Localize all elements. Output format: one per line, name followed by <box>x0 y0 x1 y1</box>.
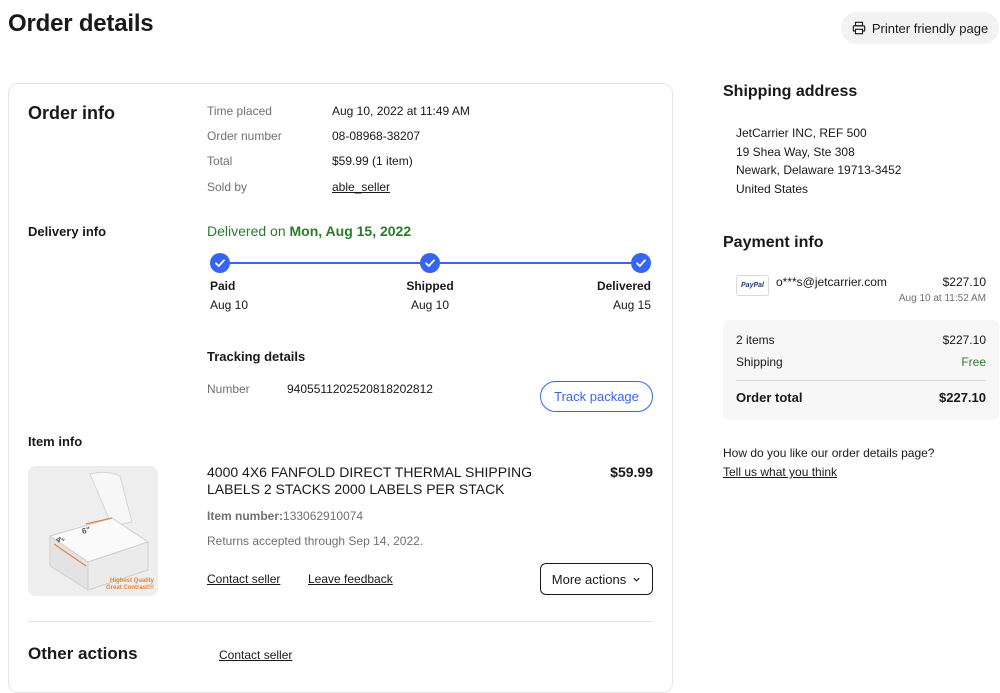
more-actions-label: More actions <box>551 571 627 587</box>
shipping-address-heading: Shipping address <box>723 83 858 100</box>
step-paid-check <box>210 253 230 273</box>
printer-friendly-label: Printer friendly page <box>871 20 989 36</box>
label-stack-image <box>28 466 158 596</box>
order-number-label: Order number <box>207 129 282 143</box>
section-divider <box>28 621 653 622</box>
thumb-caption-line-1: Highest Quality <box>109 578 154 584</box>
step-shipped-date: Aug 10 <box>410 298 450 312</box>
summary-items-label: 2 items <box>736 333 775 347</box>
item-title-link[interactable]: 4000 4X6 FANFOLD DIRECT THERMAL SHIPPING… <box>207 464 587 498</box>
time-placed-label: Time placed <box>207 104 272 118</box>
summary-shipping-value: Free <box>961 355 986 369</box>
check-icon <box>425 259 435 267</box>
check-icon <box>636 259 646 267</box>
printer-friendly-button[interactable]: Printer friendly page <box>841 12 999 44</box>
thumb-caption-line-2: Great Contrast!!! <box>105 585 154 591</box>
address-line: United States <box>736 181 809 196</box>
payment-amount: $227.10 <box>942 275 986 289</box>
seller-link[interactable]: able_seller <box>332 180 390 194</box>
summary-divider <box>736 380 986 381</box>
time-placed-value: Aug 10, 2022 at 11:49 AM <box>332 104 470 118</box>
feedback-question: How do you like our order details page? <box>723 446 935 460</box>
check-icon <box>215 259 225 267</box>
track-package-button[interactable]: Track package <box>540 381 653 412</box>
order-info-heading: Order info <box>28 103 116 123</box>
item-price: $59.99 <box>610 464 653 480</box>
step-paid-date: Aug 10 <box>210 298 249 312</box>
delivery-status: Delivered on Mon, Aug 15, 2022 <box>207 223 411 239</box>
payment-info-heading: Payment info <box>723 234 824 251</box>
order-number-value: 08-08968-38207 <box>332 129 421 143</box>
chevron-down-icon <box>633 577 640 582</box>
shipping-address-block: JetCarrier INC, REF 500 19 Shea Way, Ste… <box>736 124 901 198</box>
item-number-label: Item number: <box>207 509 284 523</box>
item-thumbnail[interactable]: 4" 6" Highest Quality Great Contrast!!! <box>28 466 158 596</box>
tracking-heading: Tracking details <box>207 349 306 364</box>
tracking-number-label: Number <box>207 382 250 396</box>
summary-shipping-label: Shipping <box>736 355 783 369</box>
summary-items-value: $227.10 <box>942 333 986 347</box>
delivery-info-heading: Delivery info <box>28 224 107 239</box>
address-line: 19 Shea Way, Ste 308 <box>736 144 855 159</box>
feedback-link[interactable]: Tell us what you think <box>723 465 837 479</box>
address-line: Newark, Delaware 19713-3452 <box>736 163 902 177</box>
delivery-status-date: Mon, Aug 15, 2022 <box>289 223 412 239</box>
address-line: JetCarrier INC, REF 500 <box>736 126 867 140</box>
order-total-value: $227.10 <box>939 390 986 405</box>
total-value: $59.99 (1 item) <box>332 154 413 168</box>
tracking-number-value: 9405511202520818202812 <box>287 382 433 396</box>
payment-date: Aug 10 at 11:52 AM <box>898 293 986 304</box>
step-delivered-date: Aug 15 <box>612 298 651 312</box>
progress-line <box>230 262 421 264</box>
step-shipped-check <box>420 253 440 273</box>
item-info-heading: Item info <box>28 434 83 449</box>
total-label: Total <box>207 154 233 168</box>
step-delivered-label: Delivered <box>596 279 651 293</box>
thumb-caption: Highest Quality Great Contrast!!! <box>98 578 154 592</box>
returns-info: Returns accepted through Sep 14, 2022. <box>207 534 424 548</box>
sold-by-label: Sold by <box>207 180 248 194</box>
step-shipped-label: Shipped <box>406 279 454 293</box>
leave-feedback-link[interactable]: Leave feedback <box>308 572 393 586</box>
page-title: Order details <box>8 10 154 37</box>
payment-email: o***s@jetcarrier.com <box>776 275 887 289</box>
paypal-logo-icon: PayPal <box>736 275 769 296</box>
step-paid-label: Paid <box>210 279 236 293</box>
item-number-value: 133062910074 <box>283 509 364 523</box>
printer-icon <box>852 21 866 35</box>
step-delivered-check <box>631 253 651 273</box>
other-contact-seller-link[interactable]: Contact seller <box>219 648 292 662</box>
order-total-label: Order total <box>736 390 803 405</box>
item-number: Item number:133062910074 <box>207 509 363 523</box>
more-actions-button[interactable]: More actions <box>540 563 653 595</box>
progress-line <box>440 262 631 264</box>
other-actions-heading: Other actions <box>28 644 138 663</box>
delivery-status-prefix: Delivered on <box>207 223 286 239</box>
contact-seller-link[interactable]: Contact seller <box>207 572 280 586</box>
